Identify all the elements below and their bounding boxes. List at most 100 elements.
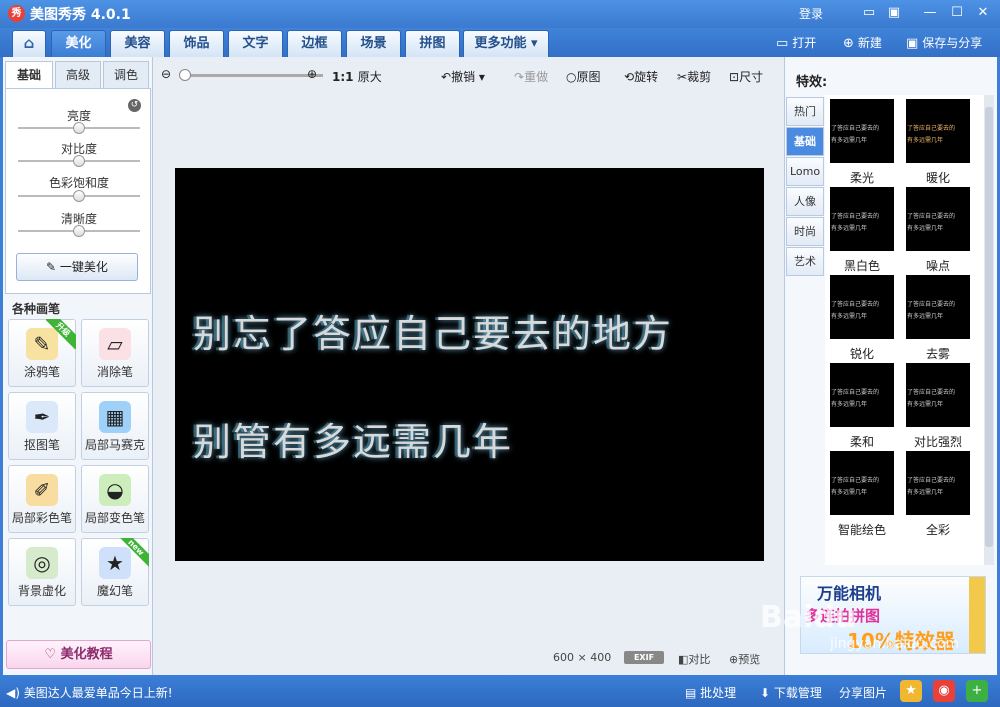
original-button[interactable]: ○原图 (566, 68, 601, 85)
login-link[interactable]: 登录 (799, 5, 823, 22)
tab-accessories[interactable]: 饰品 (169, 30, 224, 57)
photo-text-line: 别管有多远需几年 (193, 420, 514, 464)
effect-thumb-black-white[interactable]: 了答应自己要去的 有多远需几年 (830, 187, 894, 251)
exif-button[interactable]: EXIF (624, 651, 664, 664)
fx-tab-fashion[interactable]: 时尚 (786, 217, 824, 246)
tab-text[interactable]: 文字 (228, 30, 283, 57)
weibo-icon[interactable]: ◉ (933, 680, 955, 702)
contrast-slider[interactable] (18, 155, 140, 167)
redo-button[interactable]: ↷重做 (514, 68, 548, 85)
brightness-slider[interactable] (18, 122, 140, 134)
effect-label: 智能绘色 (837, 523, 886, 537)
hand-icon: ♡ (44, 647, 61, 662)
star-icon[interactable]: ★ (900, 680, 922, 702)
maximize-icon[interactable]: ☐ (946, 3, 968, 23)
tool-background-blur[interactable]: ◎ 背景虚化 (8, 538, 76, 606)
mosaic-icon: ▦ (99, 401, 131, 433)
close-icon[interactable]: ✕ (972, 3, 994, 23)
plus-circle-icon: ⊕ (843, 36, 854, 51)
share-image-button[interactable]: 分享图片 (839, 684, 887, 701)
undo-button[interactable]: ↶撤销 ▾ (441, 68, 485, 85)
tool-local-mosaic[interactable]: ▦ 局部马赛克 (81, 392, 149, 460)
effect-thumb-sharpen[interactable]: 了答应自己要去的 有多远需几年 (830, 275, 894, 339)
original-icon: ○ (566, 70, 577, 84)
batch-icon: ▤ (685, 686, 701, 700)
zoom-slider[interactable] (179, 69, 323, 81)
slider-knob[interactable] (73, 122, 85, 134)
effects-panel: 特效: 热门 基础 Lomo 人像 时尚 艺术 了答应自己要去的 有多远需几年 柔… (784, 57, 997, 675)
tab-home[interactable]: ⌂ (12, 30, 46, 57)
tab-frames[interactable]: 边框 (287, 30, 342, 57)
save-icon: ▣ (906, 36, 919, 51)
zoom-in-icon[interactable]: ⊕ (307, 67, 317, 81)
effect-label: 柔光 (849, 171, 874, 185)
effect-thumb-soft-light[interactable]: 了答应自己要去的 有多远需几年 (830, 99, 894, 163)
zoom-out-icon[interactable]: ⊖ (161, 67, 171, 81)
fx-tab-portrait[interactable]: 人像 (786, 187, 824, 216)
chevron-down-icon[interactable]: ▾ (479, 70, 485, 84)
slider-knob[interactable] (73, 155, 85, 167)
subtab-color[interactable]: 调色 (103, 61, 149, 89)
open-button[interactable]: ▭ 打开 (776, 34, 816, 51)
effect-thumb-smart-color[interactable]: 了答应自己要去的 有多远需几年 (830, 451, 894, 515)
one-key-beautify-button[interactable]: ✎ 一键美化 (16, 253, 138, 281)
tool-magic-pen[interactable]: ★ 魔幻笔 new (81, 538, 149, 606)
saturation-slider[interactable] (18, 190, 140, 202)
effect-thumb-warm[interactable]: 了答应自己要去的 有多远需几年 (906, 99, 970, 163)
tutorial-button[interactable]: ♡ 美化教程 (6, 640, 151, 669)
fx-tab-basic[interactable]: 基础 (786, 127, 824, 156)
effect-thumb-high-contrast[interactable]: 了答应自己要去的 有多远需几年 (906, 363, 970, 427)
brushes-title: 各种画笔 (12, 302, 61, 316)
subtab-advanced[interactable]: 高级 (55, 61, 101, 89)
minimize-icon[interactable]: — (919, 3, 941, 23)
effects-grid: 了答应自己要去的 有多远需几年 柔光 了答应自己要去的 有多远需几年 暖化 了答应自… (825, 95, 985, 565)
scrollbar-thumb[interactable] (985, 107, 993, 547)
tab-beauty[interactable]: 美容 (110, 30, 165, 57)
tab-more-features[interactable]: 更多功能 ▾ (463, 30, 549, 57)
slider-knob[interactable] (73, 225, 85, 237)
new-button[interactable]: ⊕ 新建 (843, 34, 882, 51)
effect-thumb-full-color[interactable]: 了答应自己要去的 有多远需几年 (906, 451, 970, 515)
tab-scenes[interactable]: 场景 (346, 30, 401, 57)
effect-label: 对比强烈 (913, 435, 962, 449)
tool-local-recolor-pen[interactable]: ◒ 局部变色笔 (81, 465, 149, 533)
resize-button[interactable]: ⊡尺寸 (729, 68, 763, 85)
pen-icon: ✒ (26, 401, 58, 433)
tool-local-color-pen[interactable]: ✐ 局部彩色笔 (8, 465, 76, 533)
effect-thumb-noise[interactable]: 了答应自己要去的 有多远需几年 (906, 187, 970, 251)
home-icon: ⌂ (23, 34, 35, 52)
tab-beautify[interactable]: 美化 (51, 30, 106, 57)
download-manager-button[interactable]: ⬇ 下载管理 (760, 684, 822, 701)
zoom-knob[interactable] (179, 69, 191, 81)
tool-doodle-pen[interactable]: ✎ 涂鸦笔 升级 (8, 319, 76, 387)
marquee-text[interactable]: ◀) 美图达人最爱单品今日上新! (6, 684, 173, 701)
fx-tab-art[interactable]: 艺术 (786, 247, 824, 276)
add-icon[interactable]: + (966, 680, 988, 702)
tool-cutout-pen[interactable]: ✒ 抠图笔 (8, 392, 76, 460)
fx-tab-hot[interactable]: 热门 (786, 97, 824, 126)
fx-tab-lomo[interactable]: Lomo (786, 157, 824, 186)
feedback-icon[interactable]: ▣ (883, 3, 905, 23)
crop-button[interactable]: ✂裁剪 (677, 68, 711, 85)
slider-knob[interactable] (73, 190, 85, 202)
effects-scrollbar[interactable] (984, 95, 994, 565)
effect-thumb-soft[interactable]: 了答应自己要去的 有多远需几年 (830, 363, 894, 427)
tab-collage[interactable]: 拼图 (405, 30, 460, 57)
upgrade-badge: 升级 (46, 319, 76, 349)
app-logo: 秀 (8, 5, 25, 22)
compare-button[interactable]: ◧对比 (678, 651, 710, 667)
subtab-basic[interactable]: 基础 (5, 61, 53, 89)
batch-button[interactable]: ▤ 批处理 (685, 684, 736, 701)
photo-canvas[interactable]: 别忘了答应自己要去的地方 别管有多远需几年 (175, 168, 764, 561)
tool-eraser-pen[interactable]: ▱ 消除笔 (81, 319, 149, 387)
save-share-button[interactable]: ▣ 保存与分享 (906, 34, 982, 51)
effect-thumb-dehaze[interactable]: 了答应自己要去的 有多远需几年 (906, 275, 970, 339)
watermark-logo: Baidu (760, 600, 857, 635)
actual-size-button[interactable]: 1:1 原大 (332, 68, 382, 85)
message-icon[interactable]: ▭ (858, 3, 880, 23)
image-dimensions: 600 × 400 (553, 651, 612, 664)
sharpness-slider[interactable] (18, 225, 140, 237)
paint-bucket-icon: ◒ (99, 474, 131, 506)
rotate-button[interactable]: ⟲旋转 (624, 68, 658, 85)
preview-button[interactable]: ⊕预览 (729, 651, 760, 667)
